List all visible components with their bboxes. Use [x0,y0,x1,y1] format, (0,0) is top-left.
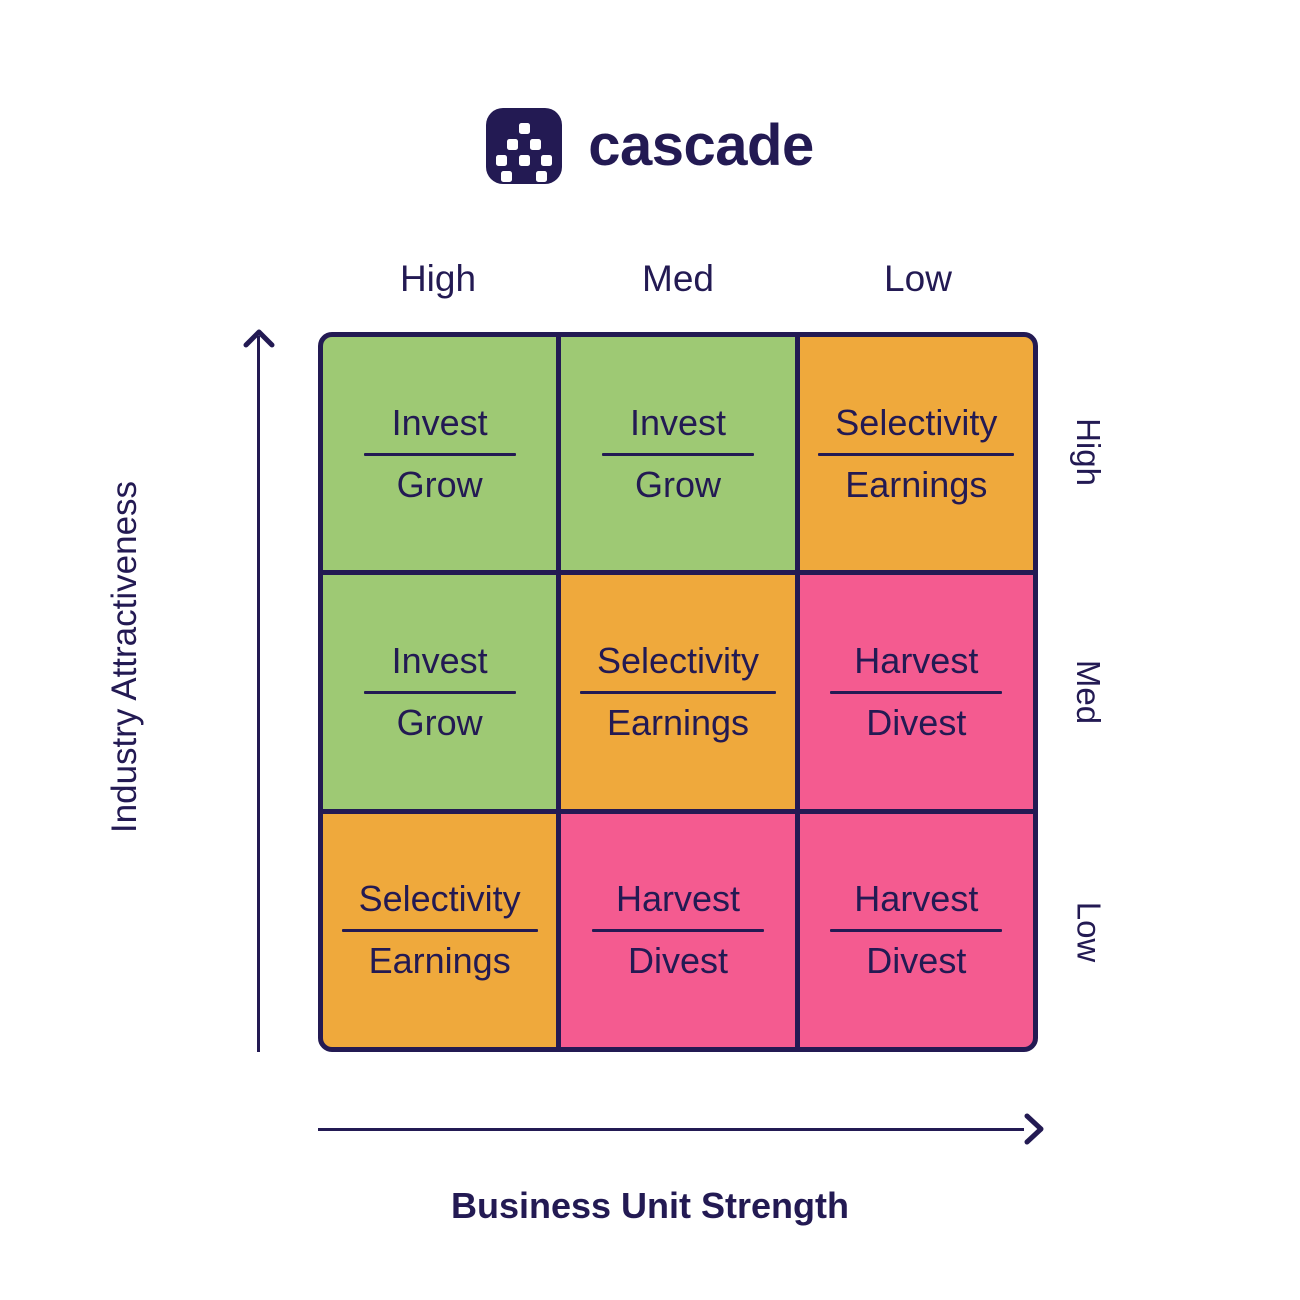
cell-denominator: Divest [866,701,967,743]
x-axis-label-text: Business Unit Strength [450,1185,850,1226]
cell-divider [818,452,1015,456]
cell-divider [830,690,1003,694]
logo-dot [518,123,530,134]
ge-mckinsey-matrix-grid: Invest Grow Invest Grow Selectivity Earn… [318,332,1038,1052]
logo-dot [536,171,548,182]
cell-divider [830,929,1003,933]
matrix-cell-high-high[interactable]: Invest Grow [323,337,557,571]
x-axis-line [318,1128,1024,1131]
cell-denominator: Grow [396,701,483,743]
matrix-cell-low-med[interactable]: Harvest Divest [561,813,795,1047]
y-axis-label-text: Industry Attractiveness [105,480,144,834]
logo-dot [518,155,530,166]
matrix-cell-med-high[interactable]: Invest Grow [323,575,557,809]
cell-numerator: Selectivity [835,401,998,443]
arrow-up-icon [243,328,275,360]
matrix-cell-low-high[interactable]: Selectivity Earnings [323,813,557,1047]
column-header-row: High Med Low [318,252,1038,306]
cell-divider [579,690,776,694]
cell-numerator: Harvest [854,639,979,681]
cell-numerator: Invest [629,401,727,443]
column-header-high: High [399,258,477,299]
cell-divider [601,452,754,456]
row-header-med-text: Med [1070,659,1108,725]
cell-divider [363,452,516,456]
row-label-column: High Med Low [1058,332,1118,1052]
column-header-low: Low [884,258,952,299]
cell-divider [591,929,764,933]
cell-denominator: Earnings [845,463,988,505]
y-axis [238,322,280,1052]
matrix-cell-high-med[interactable]: Invest Grow [561,337,795,571]
x-axis [318,1108,1048,1152]
logo-dot [541,155,553,166]
matrix-cell-med-low[interactable]: Harvest Divest [799,575,1033,809]
logo-dot [530,139,542,150]
y-axis-label: Industry Attractiveness [100,427,150,887]
row-header-low: Low [1058,812,1118,1052]
cascade-pyramid-dots-icon [486,108,563,184]
cell-numerator: Harvest [854,878,979,920]
cell-denominator: Divest [627,940,728,982]
logo-dot [496,155,508,166]
row-header-high: High [1058,332,1118,572]
row-header-low-text: Low [1070,901,1108,963]
column-header-med: Med [642,258,714,299]
cell-numerator: Invest [391,639,488,681]
matrix-cell-low-low[interactable]: Harvest Divest [799,813,1033,1047]
cell-numerator: Harvest [615,878,740,920]
x-axis-label: Business Unit Strength [0,1185,1300,1227]
row-header-high-text: High [1070,418,1107,486]
brand-wordmark: cascade [588,113,814,178]
cell-denominator: Earnings [606,701,750,743]
row-header-med: Med [1058,572,1118,812]
brand-header: cascade [0,104,1300,188]
matrix-cell-med-med[interactable]: Selectivity Earnings [561,575,795,809]
matrix-cell-high-low[interactable]: Selectivity Earnings [799,337,1033,571]
cell-divider [363,690,516,694]
logo-dot [507,139,519,150]
arrow-right-icon [1016,1113,1048,1145]
cell-numerator: Invest [391,401,488,443]
cell-numerator: Selectivity [358,878,521,920]
cell-denominator: Earnings [368,940,511,982]
cell-denominator: Grow [396,463,483,505]
cell-denominator: Grow [634,463,721,505]
logo-dot [501,171,513,182]
cell-denominator: Divest [866,940,967,982]
cell-numerator: Selectivity [596,639,760,681]
y-axis-line [257,336,260,1052]
cell-divider [341,929,538,933]
